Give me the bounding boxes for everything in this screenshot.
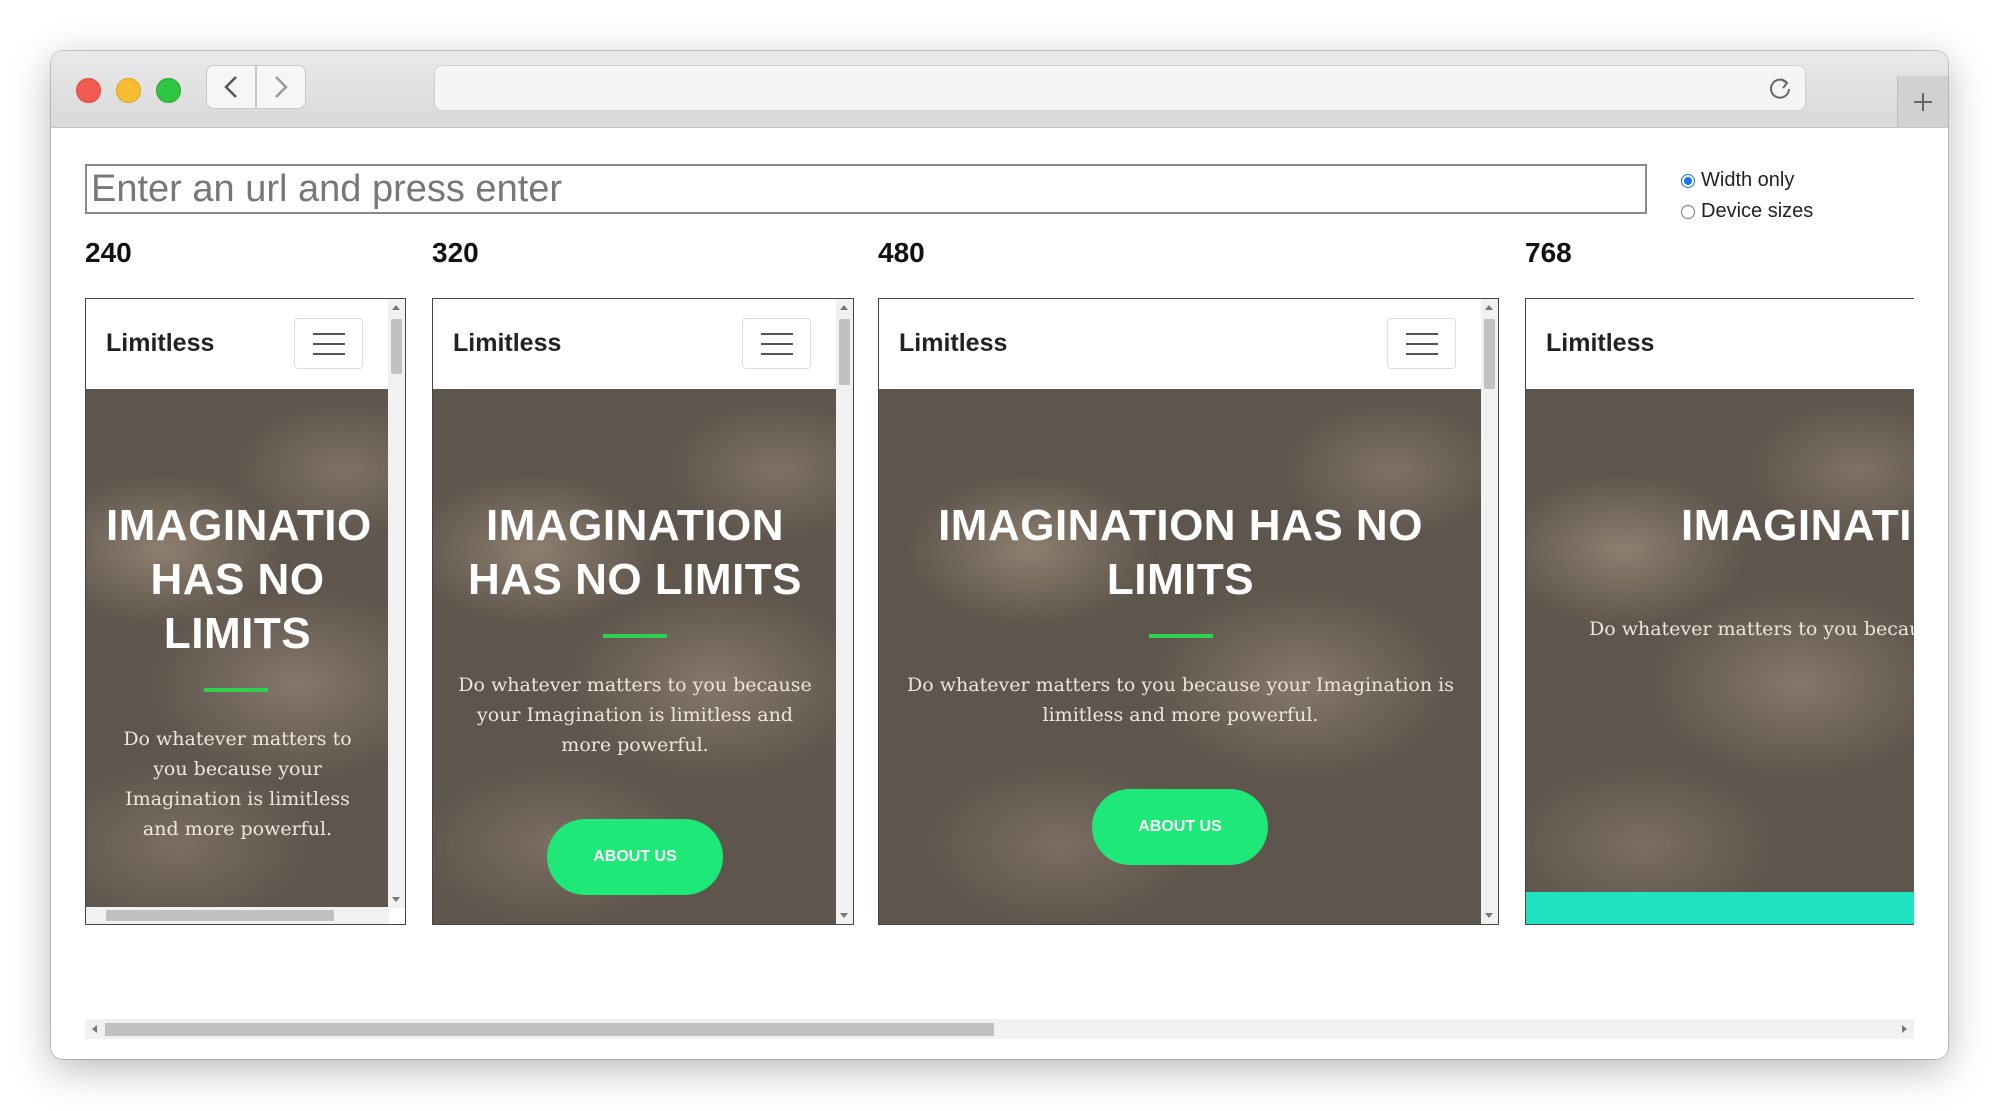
site-navbar: Limitless	[1526, 299, 1914, 389]
site-brand[interactable]: Limitless	[453, 329, 561, 358]
site-navbar: Limitless	[879, 299, 1482, 389]
title-bar	[51, 51, 1948, 128]
preview-frame-240[interactable]: Limitless IMAGINATIO HAS NO LIMITS Do wha…	[85, 298, 406, 925]
back-button[interactable]	[206, 65, 256, 109]
preview-frame-320[interactable]: Limitless IMAGINATION HAS NO LIMITS Do w…	[432, 298, 854, 925]
site-navbar: Limitless	[86, 299, 389, 389]
chevron-right-icon	[275, 76, 288, 98]
preview-frame-768[interactable]: Limitless IMAGINATI Do whatever matters …	[1525, 298, 1914, 925]
scroll-down-arrow[interactable]	[1485, 913, 1493, 918]
scroll-down-arrow[interactable]	[392, 897, 400, 902]
scroll-up-arrow[interactable]	[392, 305, 400, 310]
site-navbar: Limitless	[433, 299, 837, 389]
hamburger-icon	[760, 332, 793, 335]
page-horizontal-scrollbar[interactable]	[85, 1019, 1914, 1039]
hero-title: IMAGINATI	[1681, 501, 1912, 550]
hero-title: IMAGINATION HAS NO LIMITS	[938, 501, 1423, 604]
url-input[interactable]	[85, 164, 1647, 214]
hamburger-menu-button[interactable]	[294, 318, 363, 369]
hero-section: IMAGINATION HAS NO LIMITS Do whatever ma…	[433, 389, 837, 924]
maximize-window-button[interactable]	[156, 78, 181, 103]
scrollbar-thumb[interactable]	[391, 319, 402, 374]
vertical-scrollbar[interactable]	[836, 299, 853, 924]
teal-footer-bar	[1526, 892, 1914, 924]
scroll-up-arrow[interactable]	[840, 305, 848, 310]
radio-button-unchecked[interactable]	[1681, 204, 1695, 219]
scroll-left-arrow[interactable]	[92, 1025, 97, 1033]
horizontal-scrollbar[interactable]	[86, 907, 389, 924]
radio-button-checked[interactable]	[1681, 173, 1695, 188]
new-tab-button[interactable]	[1897, 76, 1948, 127]
preview-frame-480[interactable]: Limitless IMAGINATION HAS NO LIMITS Do w…	[878, 298, 1499, 925]
hero-section: IMAGINATIO HAS NO LIMITS Do whatever matt…	[86, 389, 389, 924]
hero-text: Do whatever matters to you because your …	[123, 728, 352, 840]
close-window-button[interactable]	[76, 78, 101, 103]
hero-text: Do whatever matters to you because your …	[907, 674, 1454, 726]
hero-divider	[1149, 634, 1213, 638]
about-us-button[interactable]: ABOUT US	[1092, 789, 1268, 865]
minimize-window-button[interactable]	[116, 78, 141, 103]
size-mode-radio-group: Width only Device sizes	[1681, 165, 1813, 227]
hero-text: Do whatever matters to you becau	[1589, 618, 1914, 640]
hero-title-rest: HAS NO LIMITS	[150, 555, 325, 658]
radio-label-device-sizes: Device sizes	[1701, 200, 1814, 222]
width-label-768: 768	[1525, 237, 1572, 268]
hamburger-icon	[1405, 332, 1438, 335]
width-label-240: 240	[85, 237, 132, 268]
forward-button[interactable]	[256, 65, 306, 109]
scroll-right-arrow[interactable]	[1902, 1025, 1907, 1033]
chevron-left-icon	[224, 76, 237, 98]
hamburger-icon	[312, 332, 345, 335]
site-brand[interactable]: Limitless	[106, 329, 214, 358]
vertical-scrollbar[interactable]	[388, 299, 405, 908]
radio-width-only[interactable]: Width only	[1681, 165, 1813, 196]
scrollbar-thumb[interactable]	[1484, 319, 1495, 389]
scroll-down-arrow[interactable]	[840, 913, 848, 918]
scrollbar-thumb[interactable]	[106, 910, 334, 921]
width-label-480: 480	[878, 237, 925, 268]
scrollbar-thumb[interactable]	[839, 319, 850, 385]
hero-section: IMAGINATION HAS NO LIMITS Do whatever ma…	[879, 389, 1482, 924]
about-us-button[interactable]: ABOUT US	[547, 819, 723, 895]
hero-divider	[204, 688, 268, 692]
hero-title: IMAGINATION HAS NO LIMITS	[467, 501, 803, 604]
hamburger-menu-button[interactable]	[1387, 318, 1456, 369]
browser-window: Width only Device sizes 240 320 480 768 …	[51, 51, 1948, 1059]
hamburger-menu-button[interactable]	[742, 318, 811, 369]
scrollbar-thumb[interactable]	[105, 1023, 994, 1036]
hero-section: IMAGINATI Do whatever matters to you bec…	[1526, 389, 1914, 924]
address-bar[interactable]	[434, 65, 1806, 111]
site-brand[interactable]: Limitless	[899, 329, 1007, 358]
site-brand[interactable]: Limitless	[1546, 329, 1654, 358]
vertical-scrollbar[interactable]	[1481, 299, 1498, 924]
scroll-up-arrow[interactable]	[1485, 305, 1493, 310]
hero-title: IMAGINATIO	[106, 501, 372, 550]
plus-icon	[1914, 92, 1932, 111]
width-label-320: 320	[432, 237, 479, 268]
radio-device-sizes[interactable]: Device sizes	[1681, 196, 1813, 227]
page-content: Width only Device sizes 240 320 480 768 …	[51, 128, 1948, 1059]
hero-divider	[603, 634, 667, 638]
hero-text: Do whatever matters to you because your …	[458, 674, 812, 756]
reload-icon[interactable]	[1767, 75, 1793, 101]
radio-label-width-only: Width only	[1701, 169, 1795, 191]
